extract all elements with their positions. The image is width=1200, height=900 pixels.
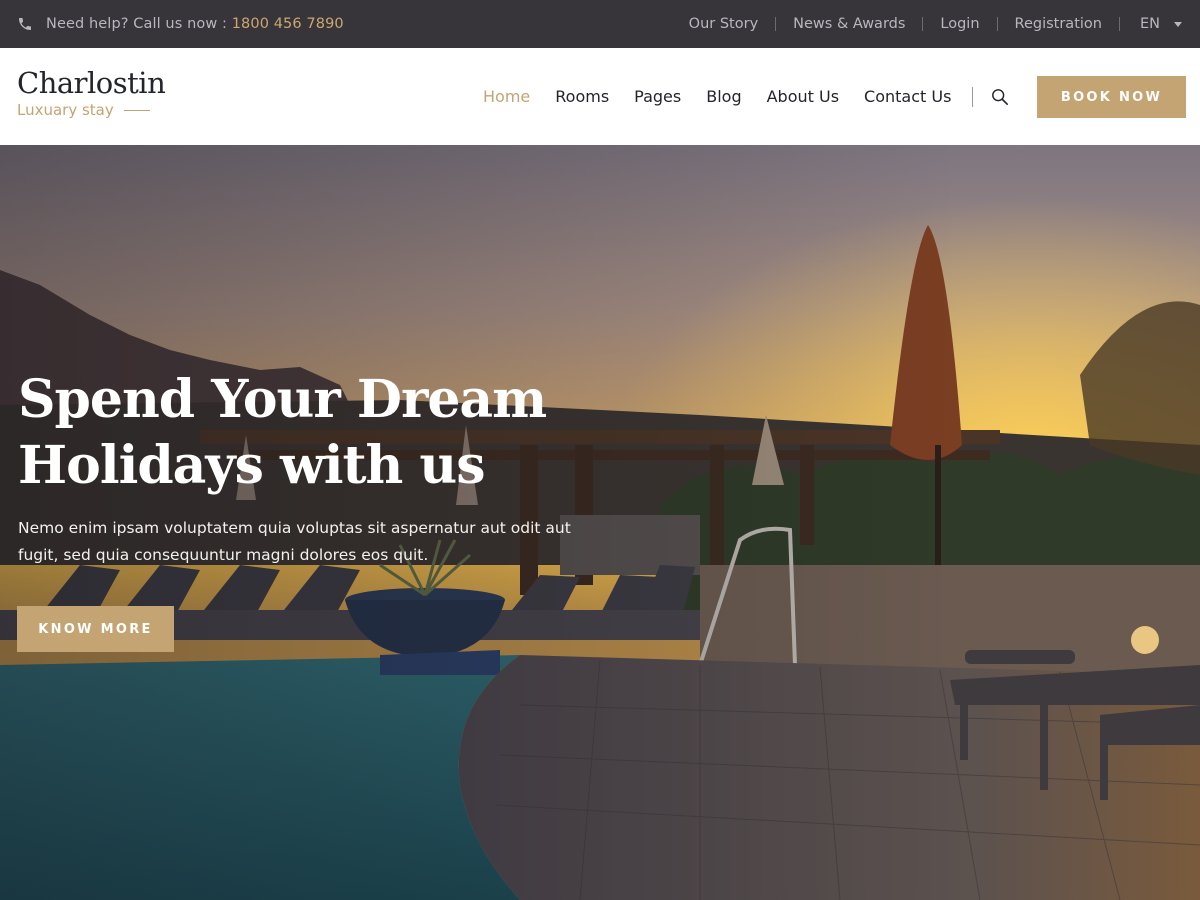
language-label: EN xyxy=(1139,16,1160,32)
hero-section: Spend Your Dream Holidays with us Nemo e… xyxy=(0,145,1200,900)
phone-number-link[interactable]: 1800 456 7890 xyxy=(232,16,344,32)
hero-description: Nemo enim ipsam voluptatem quia voluptas… xyxy=(18,519,571,564)
logo[interactable]: Charlostin Luxuary stay xyxy=(17,66,166,119)
top-bar: Need help? Call us now : 1800 456 7890 O… xyxy=(0,0,1200,48)
tagline-divider xyxy=(123,109,150,111)
hero-title-line-2: Holidays with us xyxy=(18,435,485,496)
nav-item-pages[interactable]: Pages xyxy=(634,87,681,106)
main-nav: Home Rooms Pages Blog About Us Contact U… xyxy=(483,48,1009,145)
hero-title: Spend Your Dream Holidays with us xyxy=(18,367,578,499)
know-more-button[interactable]: KNOW MORE xyxy=(17,606,174,652)
phone-icon xyxy=(17,16,33,32)
top-link-login[interactable]: Login xyxy=(923,17,998,31)
top-link-our-story[interactable]: Our Story xyxy=(672,17,777,31)
nav-item-home[interactable]: Home xyxy=(483,87,530,106)
language-selector[interactable]: EN xyxy=(1120,16,1182,32)
nav-item-about-us[interactable]: About Us xyxy=(767,87,839,106)
nav-item-contact-us[interactable]: Contact Us xyxy=(864,87,951,106)
nav-item-rooms[interactable]: Rooms xyxy=(555,87,609,106)
help-text: Need help? Call us now : xyxy=(46,16,227,32)
top-links: Our Story News & Awards Login Registrati… xyxy=(672,16,1182,32)
hero-content: Spend Your Dream Holidays with us Nemo e… xyxy=(18,367,578,569)
top-link-news-awards[interactable]: News & Awards xyxy=(776,17,924,31)
chevron-down-icon xyxy=(1174,21,1182,27)
nav-item-blog[interactable]: Blog xyxy=(706,87,741,106)
brand-tagline: Luxuary stay xyxy=(17,101,114,119)
search-icon[interactable] xyxy=(991,88,1009,106)
book-now-button[interactable]: BOOK NOW xyxy=(1037,76,1186,118)
top-link-registration[interactable]: Registration xyxy=(998,17,1120,31)
hero-title-line-1: Spend Your Dream xyxy=(18,369,547,430)
nav-divider xyxy=(972,86,974,107)
help-contact: Need help? Call us now : 1800 456 7890 xyxy=(17,16,344,32)
main-header: Charlostin Luxuary stay Home Rooms Pages… xyxy=(0,48,1200,145)
brand-name: Charlostin xyxy=(17,66,166,100)
